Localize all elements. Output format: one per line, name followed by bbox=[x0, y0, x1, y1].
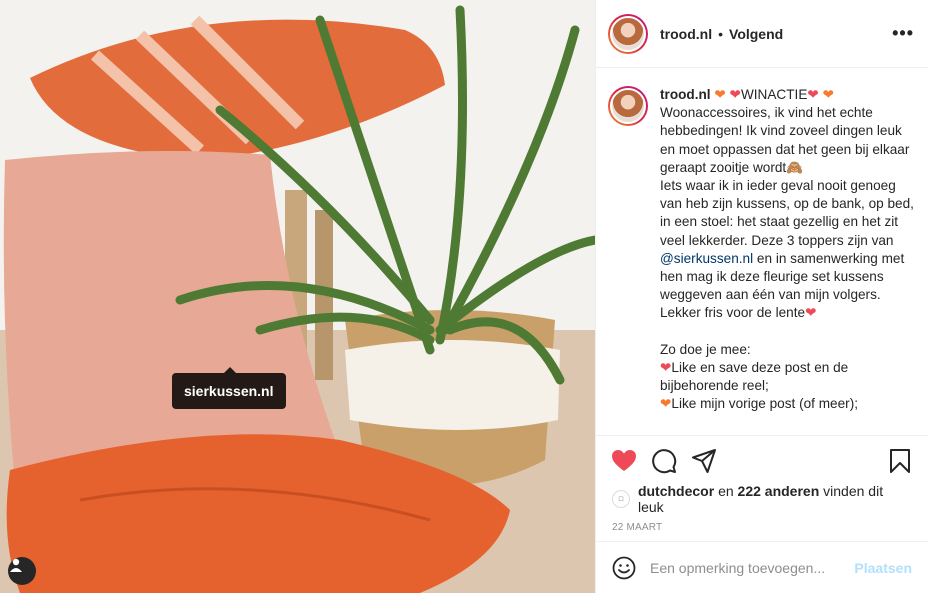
share-icon bbox=[692, 448, 716, 473]
post-date[interactable]: 22 MAART bbox=[596, 513, 928, 541]
post-header: trood.nl • Volgend ••• bbox=[596, 0, 928, 68]
bookmark-icon bbox=[890, 448, 910, 473]
following-button[interactable]: Volgend bbox=[729, 26, 783, 42]
others-likes-link[interactable]: 222 anderen bbox=[738, 483, 820, 499]
caption-username[interactable]: trood.nl bbox=[660, 87, 711, 102]
heart-filled-icon bbox=[612, 449, 636, 471]
user-icon bbox=[10, 558, 22, 572]
header-separator: • bbox=[718, 25, 724, 42]
likes-summary: □ dutchdecor en 222 anderen vinden dit l… bbox=[596, 483, 928, 515]
instagram-post-modal: sierkussen.nl trood.nl • Volgend ••• tro… bbox=[0, 0, 928, 593]
tagged-user-button[interactable] bbox=[8, 557, 36, 585]
like-button[interactable] bbox=[610, 447, 638, 475]
action-bar bbox=[596, 435, 928, 485]
post-photo[interactable]: sierkussen.nl bbox=[0, 0, 595, 593]
winactie-label: WINACTIE bbox=[740, 87, 808, 102]
step2-text: Like mijn vorige post (of meer); bbox=[671, 396, 858, 412]
howto-heading: Zo doe je mee: bbox=[660, 341, 751, 357]
more-options-icon[interactable]: ••• bbox=[892, 23, 914, 44]
caption-section: trood.nl ❤ ❤WINACTIE❤ ❤ Woonaccessoires,… bbox=[596, 68, 928, 435]
share-button[interactable] bbox=[690, 447, 718, 475]
monkey-emoji-icon: 🙈 bbox=[786, 159, 804, 175]
caption-text: trood.nl ❤ ❤WINACTIE❤ ❤ Woonaccessoires,… bbox=[660, 86, 914, 435]
post-side-panel: trood.nl • Volgend ••• trood.nl ❤ ❤WINAC… bbox=[595, 0, 928, 593]
comment-icon bbox=[652, 448, 677, 473]
caption-avatar[interactable] bbox=[608, 86, 648, 126]
mention-link[interactable]: @sierkussen.nl bbox=[660, 251, 753, 266]
post-comment-button[interactable]: Plaatsen bbox=[854, 560, 912, 576]
first-liker-username[interactable]: dutchdecor bbox=[638, 483, 714, 499]
author-username[interactable]: trood.nl bbox=[660, 26, 712, 42]
likes-connector: en bbox=[718, 483, 734, 499]
liker-avatar[interactable]: □ bbox=[612, 490, 630, 508]
comment-button[interactable] bbox=[650, 447, 678, 475]
hearts-icon: ❤ bbox=[660, 360, 672, 376]
hearts-icon: ❤ bbox=[805, 305, 817, 321]
orange-heart-icon: ❤ bbox=[714, 87, 726, 102]
emoji-icon[interactable] bbox=[612, 556, 636, 580]
step1-text: Like en save deze post en de bijbehorend… bbox=[660, 360, 853, 394]
comment-input[interactable]: Een opmerking toevoegen... bbox=[650, 560, 854, 576]
orange-heart-icon: ❤ bbox=[660, 396, 672, 412]
comment-form: Een opmerking toevoegen... Plaatsen bbox=[596, 541, 928, 593]
hearts-icon: ❤ bbox=[807, 87, 819, 102]
author-avatar[interactable] bbox=[608, 13, 648, 54]
save-button[interactable] bbox=[886, 447, 914, 475]
caption-line2: Iets waar ik in ieder geval nooit genoeg… bbox=[660, 178, 918, 248]
hearts-icon: ❤ bbox=[729, 87, 741, 102]
product-tag[interactable]: sierkussen.nl bbox=[172, 367, 286, 409]
photo-illustration bbox=[0, 0, 595, 593]
orange-heart-icon: ❤ bbox=[822, 87, 834, 102]
